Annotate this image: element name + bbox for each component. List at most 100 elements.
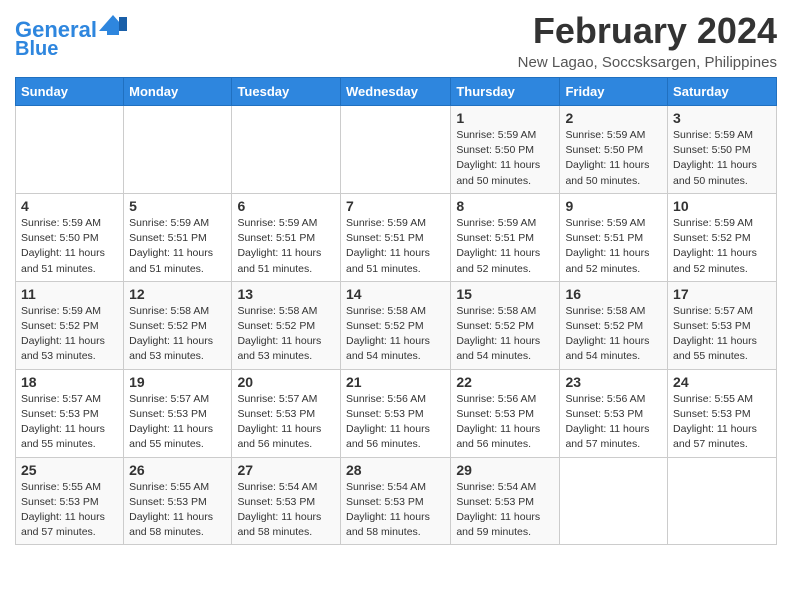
header-thursday: Thursday [451, 78, 560, 106]
day-number: 26 [129, 462, 226, 478]
day-number: 3 [673, 110, 771, 126]
calendar-cell [16, 106, 124, 194]
day-number: 28 [346, 462, 445, 478]
calendar-table: SundayMondayTuesdayWednesdayThursdayFrid… [15, 77, 777, 545]
day-number: 23 [565, 374, 662, 390]
calendar-cell: 1 Sunrise: 5:59 AM Sunset: 5:50 PM Daylig… [451, 106, 560, 194]
calendar-cell [124, 106, 232, 194]
day-info: Sunrise: 5:56 AM Sunset: 5:53 PM Dayligh… [565, 392, 662, 453]
day-info: Sunrise: 5:59 AM Sunset: 5:50 PM Dayligh… [21, 216, 118, 277]
calendar-cell [340, 106, 450, 194]
day-number: 8 [456, 198, 554, 214]
calendar-cell: 10 Sunrise: 5:59 AM Sunset: 5:52 PM Dayli… [668, 193, 777, 281]
day-info: Sunrise: 5:54 AM Sunset: 5:53 PM Dayligh… [346, 480, 445, 541]
day-number: 1 [456, 110, 554, 126]
day-number: 9 [565, 198, 662, 214]
header-saturday: Saturday [668, 78, 777, 106]
calendar-cell [560, 457, 668, 545]
calendar-cell: 21 Sunrise: 5:56 AM Sunset: 5:53 PM Dayli… [340, 369, 450, 457]
header-sunday: Sunday [16, 78, 124, 106]
calendar-cell: 17 Sunrise: 5:57 AM Sunset: 5:53 PM Dayli… [668, 281, 777, 369]
logo: General Blue [15, 15, 127, 60]
header-friday: Friday [560, 78, 668, 106]
day-number: 19 [129, 374, 226, 390]
day-number: 20 [237, 374, 335, 390]
calendar-week-row: 25 Sunrise: 5:55 AM Sunset: 5:53 PM Dayli… [16, 457, 777, 545]
day-number: 5 [129, 198, 226, 214]
calendar-cell: 19 Sunrise: 5:57 AM Sunset: 5:53 PM Dayli… [124, 369, 232, 457]
day-info: Sunrise: 5:59 AM Sunset: 5:51 PM Dayligh… [456, 216, 554, 277]
day-number: 29 [456, 462, 554, 478]
day-number: 15 [456, 286, 554, 302]
day-info: Sunrise: 5:59 AM Sunset: 5:51 PM Dayligh… [129, 216, 226, 277]
day-info: Sunrise: 5:58 AM Sunset: 5:52 PM Dayligh… [346, 304, 445, 365]
calendar-cell: 28 Sunrise: 5:54 AM Sunset: 5:53 PM Dayli… [340, 457, 450, 545]
calendar-cell: 8 Sunrise: 5:59 AM Sunset: 5:51 PM Daylig… [451, 193, 560, 281]
calendar-cell [668, 457, 777, 545]
day-number: 14 [346, 286, 445, 302]
day-info: Sunrise: 5:57 AM Sunset: 5:53 PM Dayligh… [673, 304, 771, 365]
calendar-cell: 5 Sunrise: 5:59 AM Sunset: 5:51 PM Daylig… [124, 193, 232, 281]
calendar-week-row: 4Sunrise: 5:59 AM Sunset: 5:50 PM Daylig… [16, 193, 777, 281]
calendar-cell [232, 106, 341, 194]
day-info: Sunrise: 5:55 AM Sunset: 5:53 PM Dayligh… [673, 392, 771, 453]
day-info: Sunrise: 5:57 AM Sunset: 5:53 PM Dayligh… [129, 392, 226, 453]
day-number: 17 [673, 286, 771, 302]
day-info: Sunrise: 5:54 AM Sunset: 5:53 PM Dayligh… [456, 480, 554, 541]
calendar-cell: 29 Sunrise: 5:54 AM Sunset: 5:53 PM Dayli… [451, 457, 560, 545]
day-number: 13 [237, 286, 335, 302]
day-info: Sunrise: 5:55 AM Sunset: 5:53 PM Dayligh… [129, 480, 226, 541]
calendar-cell: 9Sunrise: 5:59 AM Sunset: 5:51 PM Daylig… [560, 193, 668, 281]
calendar-cell: 22 Sunrise: 5:56 AM Sunset: 5:53 PM Dayli… [451, 369, 560, 457]
day-number: 24 [673, 374, 771, 390]
day-number: 10 [673, 198, 771, 214]
calendar-cell: 15 Sunrise: 5:58 AM Sunset: 5:52 PM Dayli… [451, 281, 560, 369]
calendar-cell: 20Sunrise: 5:57 AM Sunset: 5:53 PM Dayli… [232, 369, 341, 457]
day-info: Sunrise: 5:59 AM Sunset: 5:52 PM Dayligh… [21, 304, 118, 365]
calendar-cell: 16 Sunrise: 5:58 AM Sunset: 5:52 PM Dayli… [560, 281, 668, 369]
calendar-cell: 3 Sunrise: 5:59 AM Sunset: 5:50 PM Daylig… [668, 106, 777, 194]
month-title: February 2024 [518, 10, 777, 52]
header-tuesday: Tuesday [232, 78, 341, 106]
calendar-cell: 6Sunrise: 5:59 AM Sunset: 5:51 PM Daylig… [232, 193, 341, 281]
day-info: Sunrise: 5:56 AM Sunset: 5:53 PM Dayligh… [456, 392, 554, 453]
day-info: Sunrise: 5:56 AM Sunset: 5:53 PM Dayligh… [346, 392, 445, 453]
location-title: New Lagao, Soccsksargen, Philippines [518, 54, 777, 71]
day-info: Sunrise: 5:58 AM Sunset: 5:52 PM Dayligh… [237, 304, 335, 365]
day-info: Sunrise: 5:55 AM Sunset: 5:53 PM Dayligh… [21, 480, 118, 541]
day-number: 6 [237, 198, 335, 214]
calendar-cell: 23 Sunrise: 5:56 AM Sunset: 5:53 PM Dayli… [560, 369, 668, 457]
header-monday: Monday [124, 78, 232, 106]
day-info: Sunrise: 5:59 AM Sunset: 5:50 PM Dayligh… [456, 128, 554, 189]
day-number: 11 [21, 286, 118, 302]
day-info: Sunrise: 5:58 AM Sunset: 5:52 PM Dayligh… [565, 304, 662, 365]
day-number: 2 [565, 110, 662, 126]
day-info: Sunrise: 5:59 AM Sunset: 5:52 PM Dayligh… [673, 216, 771, 277]
day-info: Sunrise: 5:59 AM Sunset: 5:51 PM Dayligh… [346, 216, 445, 277]
calendar-cell: 26 Sunrise: 5:55 AM Sunset: 5:53 PM Dayli… [124, 457, 232, 545]
calendar-cell: 4Sunrise: 5:59 AM Sunset: 5:50 PM Daylig… [16, 193, 124, 281]
calendar-cell: 7 Sunrise: 5:59 AM Sunset: 5:51 PM Daylig… [340, 193, 450, 281]
calendar-week-row: 1 Sunrise: 5:59 AM Sunset: 5:50 PM Daylig… [16, 106, 777, 194]
day-info: Sunrise: 5:58 AM Sunset: 5:52 PM Dayligh… [129, 304, 226, 365]
day-info: Sunrise: 5:58 AM Sunset: 5:52 PM Dayligh… [456, 304, 554, 365]
header-wednesday: Wednesday [340, 78, 450, 106]
day-number: 22 [456, 374, 554, 390]
day-number: 21 [346, 374, 445, 390]
logo-icon [99, 13, 127, 35]
calendar-week-row: 11 Sunrise: 5:59 AM Sunset: 5:52 PM Dayli… [16, 281, 777, 369]
day-number: 7 [346, 198, 445, 214]
day-number: 16 [565, 286, 662, 302]
calendar-header-row: SundayMondayTuesdayWednesdayThursdayFrid… [16, 78, 777, 106]
calendar-cell: 11 Sunrise: 5:59 AM Sunset: 5:52 PM Dayli… [16, 281, 124, 369]
calendar-cell: 13 Sunrise: 5:58 AM Sunset: 5:52 PM Dayli… [232, 281, 341, 369]
day-info: Sunrise: 5:59 AM Sunset: 5:50 PM Dayligh… [673, 128, 771, 189]
day-info: Sunrise: 5:57 AM Sunset: 5:53 PM Dayligh… [21, 392, 118, 453]
day-number: 25 [21, 462, 118, 478]
day-info: Sunrise: 5:54 AM Sunset: 5:53 PM Dayligh… [237, 480, 335, 541]
calendar-cell: 18Sunrise: 5:57 AM Sunset: 5:53 PM Dayli… [16, 369, 124, 457]
calendar-cell: 12 Sunrise: 5:58 AM Sunset: 5:52 PM Dayli… [124, 281, 232, 369]
page-header: General Blue February 2024 New Lagao, So… [15, 10, 777, 71]
day-number: 12 [129, 286, 226, 302]
calendar-week-row: 18Sunrise: 5:57 AM Sunset: 5:53 PM Dayli… [16, 369, 777, 457]
